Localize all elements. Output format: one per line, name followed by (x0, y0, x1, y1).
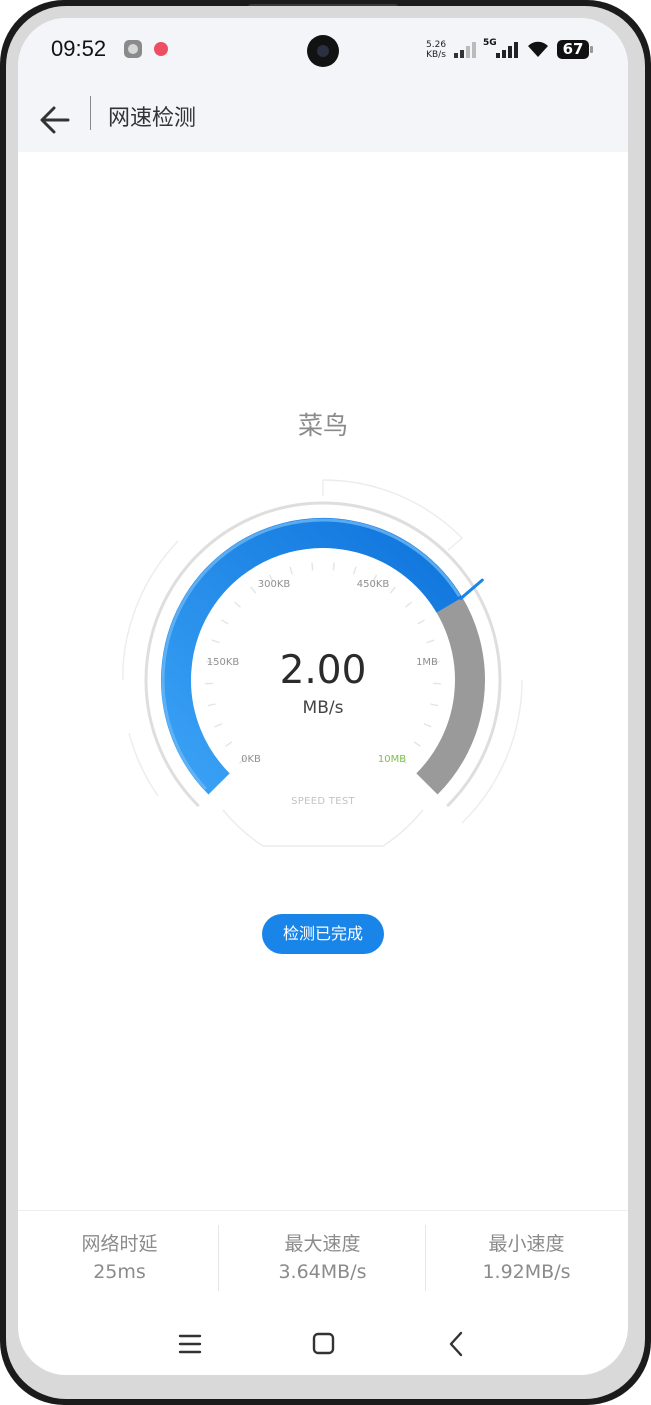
stat-max-speed: 最大速度 3.64MB/s (221, 1211, 424, 1311)
nav-back-button[interactable] (436, 1326, 476, 1362)
screen: 09:52 5.26 KB/s 5G 67 网速检测 菜鸟 0KB 150KB … (18, 18, 628, 1375)
chevron-left-icon (449, 1331, 463, 1357)
gauge-tick (221, 619, 229, 625)
stat-divider (218, 1225, 219, 1291)
tick-label-0kb: 0KB (241, 754, 261, 765)
system-nav-bar (18, 1314, 628, 1374)
stat-min-speed-value: 1.92MB/s (482, 1261, 571, 1283)
stat-latency: 网络时延 25ms (18, 1211, 221, 1311)
current-speed-value: 2.00 (279, 648, 367, 693)
gauge-tick (426, 639, 435, 644)
gauge-tick (430, 703, 439, 707)
phone-bezel: 09:52 5.26 KB/s 5G 67 网速检测 菜鸟 0KB 150KB … (0, 0, 651, 1405)
stats-panel: 网络时延 25ms 最大速度 3.64MB/s 最小速度 1.92MB/s (18, 1210, 628, 1311)
stat-min-speed-label: 最小速度 (488, 1233, 565, 1255)
stat-min-speed: 最小速度 1.92MB/s (425, 1211, 628, 1311)
gauge-tick (214, 723, 223, 728)
stat-latency-value: 25ms (93, 1261, 146, 1283)
gauge-tick (353, 566, 357, 575)
gauge-remaining-arc (416, 597, 485, 795)
tick-label-300kb: 300KB (257, 579, 291, 590)
gauge-tick (289, 566, 293, 575)
gauge-tick (311, 562, 314, 571)
gauge-tick (417, 619, 425, 625)
menu-icon (178, 1334, 202, 1354)
gauge-tick (332, 562, 335, 571)
speed-gauge (122, 479, 523, 847)
tick-label-450kb: 450KB (356, 579, 390, 590)
gauge-tick (413, 741, 421, 747)
gauge-tick (423, 723, 432, 728)
gauge-tick (225, 741, 233, 747)
gauge-tick (211, 639, 220, 644)
home-square-icon (312, 1332, 335, 1355)
gauge-tick (207, 703, 216, 707)
stat-latency-label: 网络时延 (81, 1233, 158, 1255)
nav-home-button[interactable] (303, 1326, 343, 1362)
current-speed-unit: MB/s (302, 698, 344, 718)
test-status-button[interactable]: 检测已完成 (262, 914, 384, 954)
nav-menu-button[interactable] (170, 1326, 210, 1362)
speed-test-caption: SPEED TEST (291, 796, 355, 807)
stat-max-speed-label: 最大速度 (284, 1233, 361, 1255)
stat-max-speed-value: 3.64MB/s (278, 1261, 367, 1283)
gauge-tick (405, 601, 412, 608)
gauge-tick (234, 601, 241, 608)
tick-label-10mb: 10MB (377, 754, 407, 765)
